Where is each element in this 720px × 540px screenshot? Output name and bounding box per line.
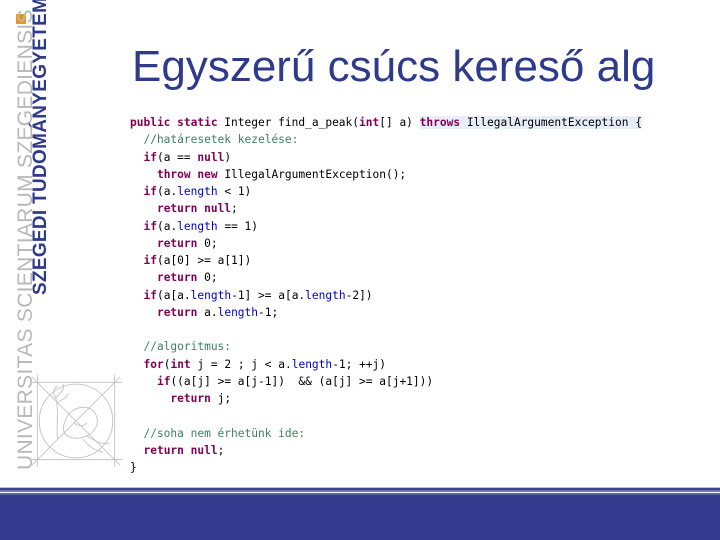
code-token: 0; (197, 271, 218, 285)
code-line: if(a[0] >= a[1]) (130, 252, 642, 269)
code-token: if (143, 254, 157, 267)
code-token: length (177, 219, 218, 233)
code-token: 0; (197, 236, 218, 250)
code-token: -1; (258, 305, 279, 319)
code-token: (a[0] >= a[1]) (156, 254, 252, 267)
code-token: } (130, 461, 137, 474)
code-token: j; (210, 392, 232, 405)
code-token: if (143, 288, 157, 302)
code-token: //algoritmus: (130, 340, 232, 354)
slide-title: Egyszerű csúcs kereső alg (132, 42, 656, 91)
code-token: ; (217, 443, 225, 457)
code-token: return (156, 236, 198, 250)
code-token: [] a) (379, 116, 420, 129)
code-token: int (170, 357, 191, 371)
code-token: return null (143, 443, 218, 457)
code-line: } (130, 459, 642, 476)
code-token: length (217, 305, 259, 319)
code-token: j = 2 ; j < a. (190, 357, 292, 371)
code-token: -2]) (345, 288, 373, 302)
code-token: Integer find_a_peak( (224, 116, 360, 129)
university-hungarian-name-bold: SZEGEDI TUDOMÁNYEGYETEM (30, 0, 51, 295)
code-token: return null (156, 202, 232, 216)
code-token: null (197, 150, 225, 164)
code-line: return null; (130, 442, 642, 459)
code-token: ((a[j] >= a[j-1]) && (a[j] >= a[j+1])) (170, 374, 434, 388)
code-token: -1; ++j) (332, 357, 387, 371)
code-line: return 0; (130, 235, 642, 252)
footer-stripes (0, 487, 720, 497)
code-block: public static Integer find_a_peak(int[] … (130, 114, 642, 476)
code-line: if(a.length == 1) (130, 218, 642, 235)
code-token: (a. (156, 219, 178, 233)
footer-bar (0, 497, 720, 540)
code-token: < 1) (217, 185, 252, 198)
code-token: return (170, 392, 211, 405)
code-token: (a[a. (156, 288, 191, 302)
code-line: //soha nem érhetünk ide: (130, 425, 642, 442)
code-line: //algoritmus: (130, 338, 642, 355)
code-token: if (143, 150, 157, 164)
code-token: if (143, 219, 157, 233)
code-line: throw new IllegalArgumentException(); (130, 166, 642, 183)
code-token: if (143, 185, 157, 198)
code-token: IllegalArgumentException { (460, 116, 642, 129)
code-token: length (291, 357, 333, 371)
code-line: return j; (130, 390, 642, 407)
code-token: -1] >= a[a. (231, 288, 306, 302)
code-line: if(a == null) (130, 149, 642, 166)
code-token: return (156, 305, 198, 319)
code-token: //határesetek kezelése: (130, 133, 299, 147)
code-token: throws (419, 116, 461, 129)
code-token: == 1) (217, 219, 259, 233)
code-token: length (177, 185, 218, 198)
code-line: if(a[a.length-1] >= a[a.length-2]) (130, 287, 642, 304)
code-token: (a. (156, 185, 178, 198)
code-token: int (359, 116, 380, 129)
code-line: if(a.length < 1) (130, 183, 642, 200)
code-token: ; (231, 202, 238, 216)
code-line: for(int j = 2 ; j < a.length-1; ++j) (130, 356, 642, 373)
code-line: public static Integer find_a_peak(int[] … (130, 114, 642, 131)
code-token: if (156, 374, 171, 388)
code-token: IllegalArgumentException(); (224, 167, 407, 181)
code-token: length (190, 288, 232, 302)
code-token: ) (224, 150, 232, 164)
code-token: public static (130, 116, 225, 129)
code-token: for (143, 357, 164, 371)
code-token: return (156, 271, 198, 285)
code-line: //határesetek kezelése: (130, 131, 642, 148)
code-line: return null; (130, 200, 642, 217)
code-token: //soha nem érhetünk ide: (130, 426, 306, 440)
code-token: throw new (156, 167, 225, 181)
code-line: return 0; (130, 269, 642, 286)
code-line: return a.length-1; (130, 304, 642, 321)
code-token: (a == (156, 150, 198, 164)
code-token: length (305, 288, 346, 302)
code-line: if((a[j] >= a[j-1]) && (a[j] >= a[j+1])) (130, 373, 642, 390)
university-emblem-icon (30, 375, 122, 467)
code-token: a. (197, 305, 218, 319)
